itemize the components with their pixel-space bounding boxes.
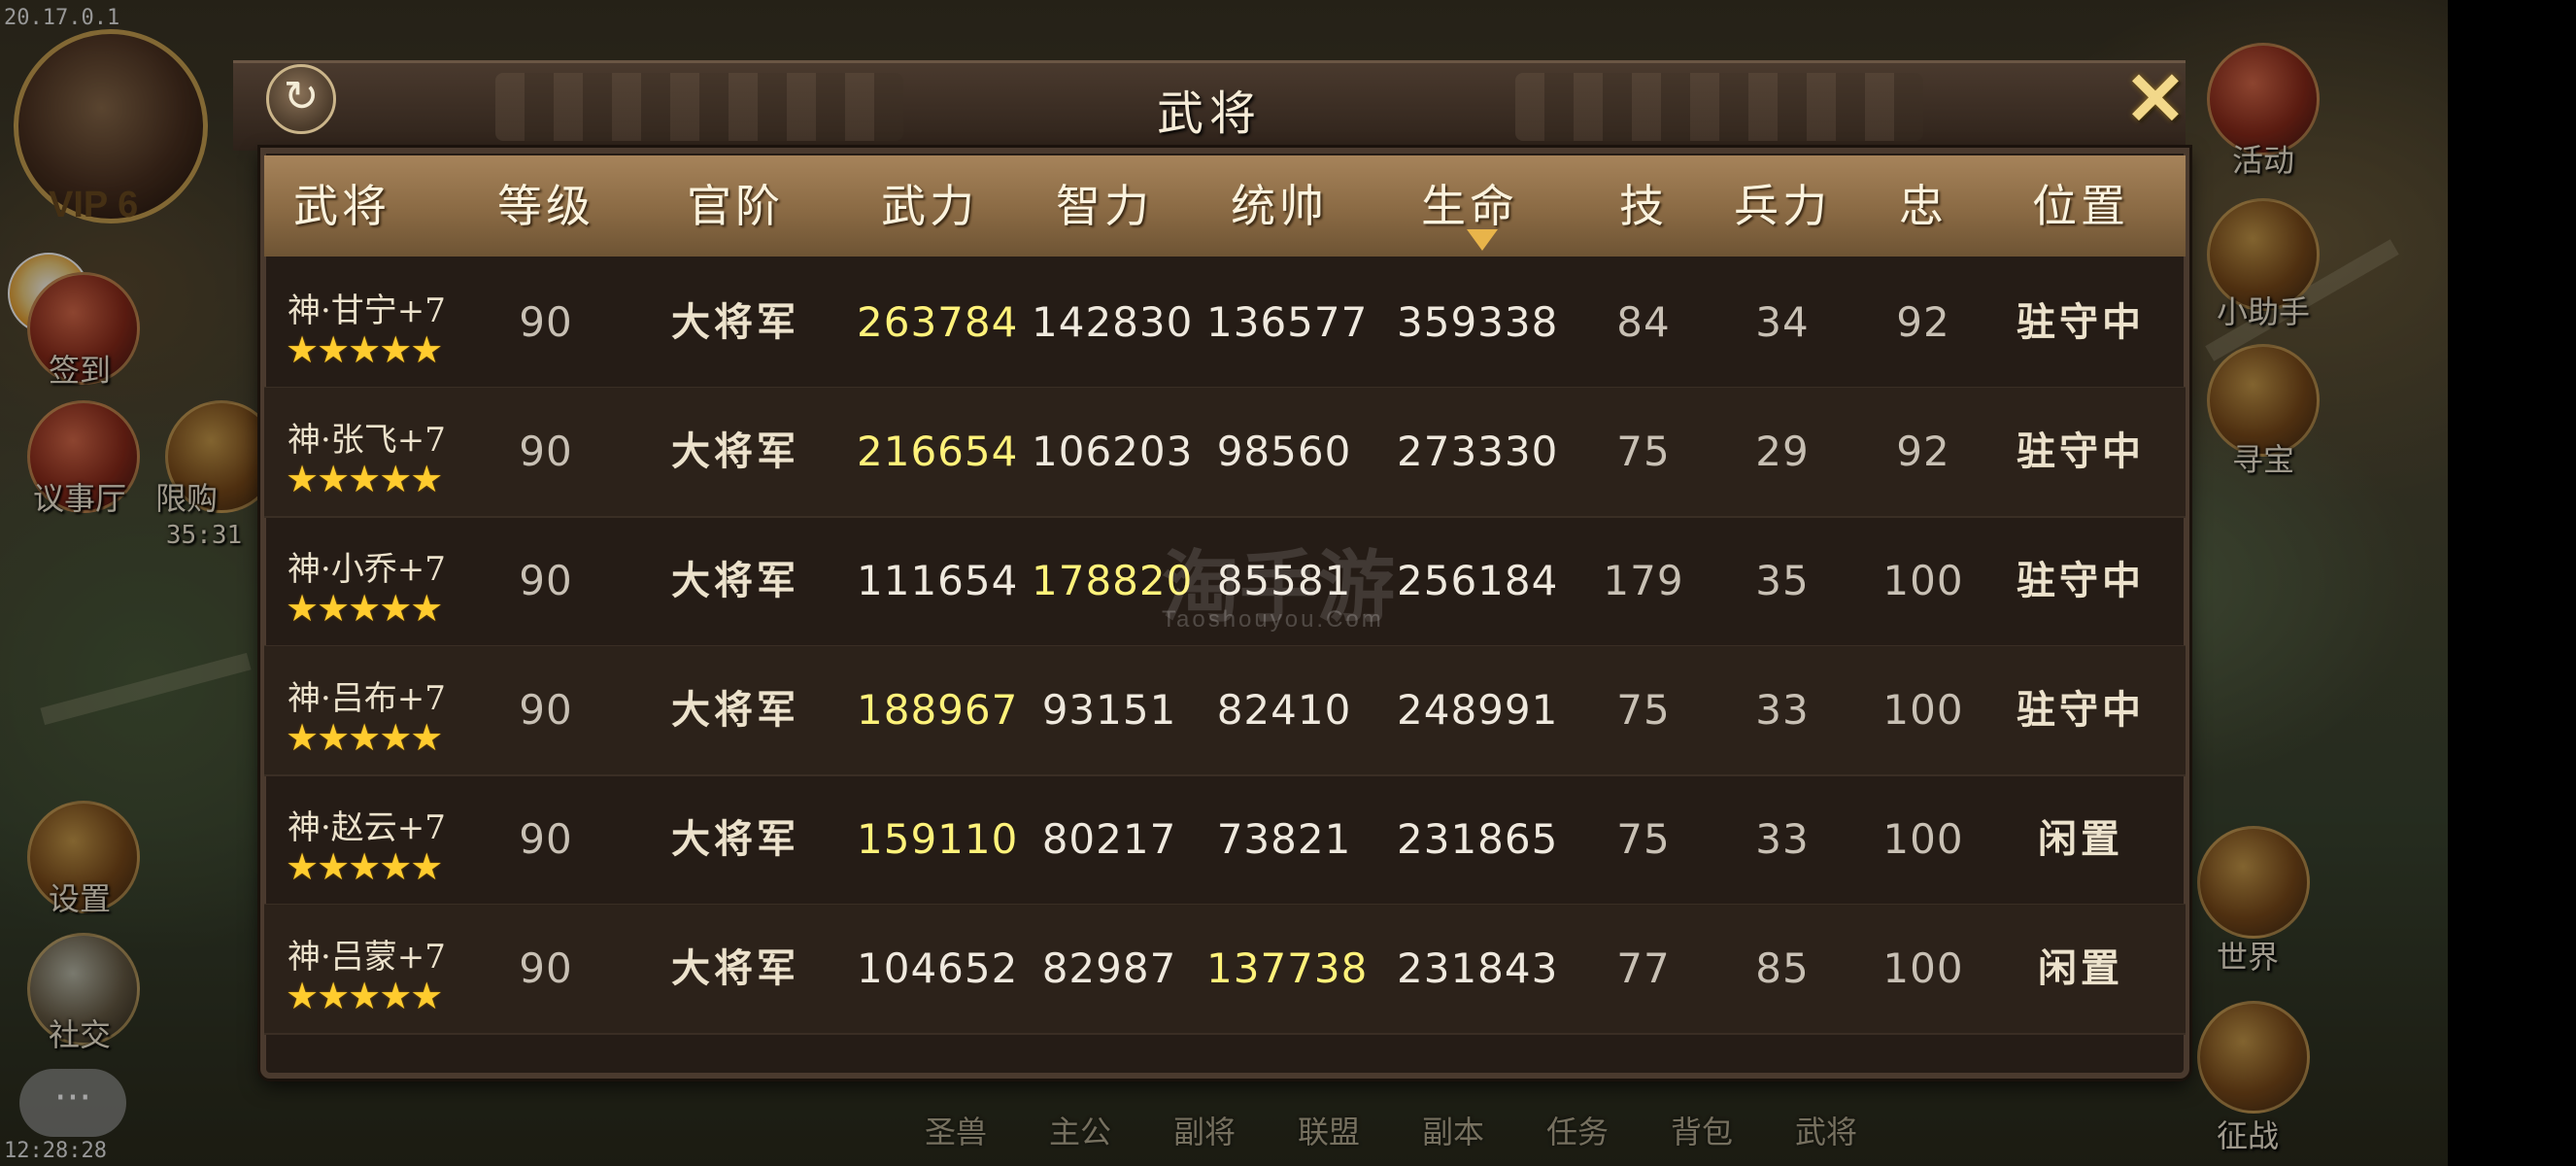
cell-level: 90 [519,298,573,346]
cell-troops: 35 [1755,557,1810,604]
table-row[interactable]: 神·吕蒙+7 ★★★★★ 90 大将军 104652 82987 137738 231843 7… [264,905,2186,1035]
cell-command: 137738 [1206,944,1369,992]
col-level[interactable]: 等级 [478,155,614,257]
watermark-subtext: Taoshouyou.Com [1162,606,1384,633]
general-name: 神·张飞+7 [288,421,446,460]
cell-loyalty: 100 [1882,815,1964,863]
general-name: 神·小乔+7 [288,550,446,589]
cell-force: 263784 [857,298,1019,346]
dialog-title-bar: 武将 [233,60,2186,151]
cell-position: 闲置 [2038,945,2123,991]
cell-loyalty: 100 [1882,557,1964,604]
col-troops[interactable]: 兵力 [1710,155,1855,257]
cell-command: 136577 [1206,298,1369,346]
cell-hp: 256184 [1397,557,1559,604]
cell-level: 90 [519,944,573,992]
cell-troops: 29 [1755,428,1810,475]
col-rank[interactable]: 官阶 [653,155,818,257]
cell-position: 驻守中 [2017,299,2145,345]
cell-intel: 142830 [1032,298,1194,346]
table-row[interactable]: 神·甘宁+7 ★★★★★ 90 大将军 263784 142830 136577 359338… [264,258,2186,389]
cell-intel: 93151 [1041,686,1177,734]
refresh-icon[interactable]: ↻ [266,64,336,134]
cell-command: 98560 [1216,428,1352,475]
cell-skill: 84 [1616,298,1671,346]
cell-force: 104652 [857,944,1019,992]
cell-loyalty: 100 [1882,686,1964,734]
col-position[interactable]: 位置 [2003,155,2158,257]
col-command[interactable]: 统帅 [1206,155,1352,257]
cell-loyalty: 92 [1896,298,1950,346]
general-name: 神·吕布+7 [288,679,446,718]
cell-troops: 33 [1755,815,1810,863]
col-general[interactable]: 武将 [264,155,420,257]
star-rating-icon: ★★★★★ [286,328,443,371]
cell-level: 90 [519,428,573,475]
cell-intel: 82987 [1041,944,1177,992]
table-row[interactable]: 神·张飞+7 ★★★★★ 90 大将军 216654 106203 98560 273330 7… [264,388,2186,518]
cell-command: 73821 [1216,815,1352,863]
cell-hp: 273330 [1397,428,1559,475]
cell-skill: 75 [1616,428,1671,475]
col-force[interactable]: 武力 [857,155,1002,257]
table-row[interactable]: 神·赵云+7 ★★★★★ 90 大将军 159110 80217 73821 231865 75… [264,775,2186,906]
general-name: 神·吕蒙+7 [288,938,446,977]
cell-level: 90 [519,557,573,604]
cell-position: 闲置 [2038,816,2123,862]
cell-rank: 大将军 [671,558,799,603]
cell-force: 188967 [857,686,1019,734]
general-name: 神·赵云+7 [288,808,446,847]
star-rating-icon: ★★★★★ [286,458,443,500]
star-rating-icon: ★★★★★ [286,975,443,1017]
cell-hp: 359338 [1397,298,1559,346]
cell-force: 111654 [857,557,1019,604]
cell-position: 驻守中 [2017,429,2145,474]
screen-edge [2448,0,2576,1166]
cell-troops: 85 [1755,944,1810,992]
star-rating-icon: ★★★★★ [286,716,443,759]
cell-position: 驻守中 [2017,558,2145,603]
cell-loyalty: 100 [1882,944,1964,992]
cell-intel: 106203 [1032,428,1194,475]
cell-rank: 大将军 [671,816,799,862]
cell-skill: 75 [1616,815,1671,863]
cell-skill: 179 [1603,557,1684,604]
cell-troops: 34 [1755,298,1810,346]
cell-rank: 大将军 [671,945,799,991]
cell-hp: 248991 [1397,686,1559,734]
col-skill[interactable]: 技 [1595,155,1692,257]
cell-level: 90 [519,686,573,734]
cell-rank: 大将军 [671,429,799,474]
cell-rank: 大将军 [671,687,799,733]
star-rating-icon: ★★★★★ [286,587,443,630]
dialog-title: 武将 [1156,86,1262,141]
close-icon[interactable]: ✕ [2121,63,2189,137]
cell-skill: 75 [1616,686,1671,734]
sort-desc-icon [1467,229,1498,251]
cell-hp: 231865 [1397,815,1559,863]
table-header: 武将 等级 官阶 武力 智力 统帅 生命 技 兵力 忠 位置 [264,155,2186,257]
table-row[interactable]: 神·吕布+7 ★★★★★ 90 大将军 188967 93151 82410 248991 75… [264,646,2186,776]
cell-loyalty: 92 [1896,428,1950,475]
cell-position: 驻守中 [2017,687,2145,733]
cell-command: 82410 [1216,686,1352,734]
cell-skill: 77 [1616,944,1671,992]
cell-troops: 33 [1755,686,1810,734]
cell-rank: 大将军 [671,299,799,345]
star-rating-icon: ★★★★★ [286,845,443,888]
cell-intel: 80217 [1041,815,1177,863]
col-intel[interactable]: 智力 [1032,155,1177,257]
col-loyalty[interactable]: 忠 [1875,155,1972,257]
cell-level: 90 [519,815,573,863]
cell-force: 216654 [857,428,1019,475]
cell-force: 159110 [857,815,1019,863]
cell-hp: 231843 [1397,944,1559,992]
general-name: 神·甘宁+7 [288,292,446,330]
